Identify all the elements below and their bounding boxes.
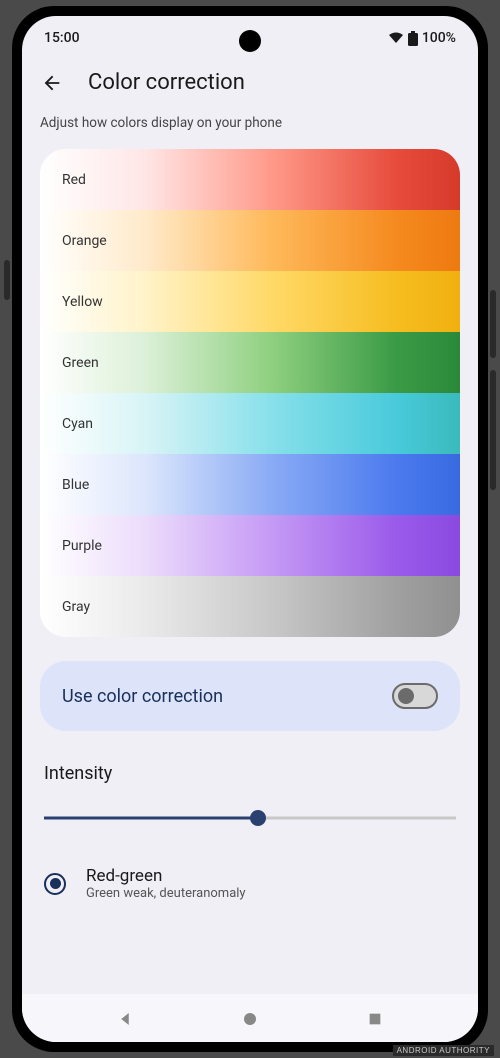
- circle-home-icon: [241, 1010, 259, 1028]
- option-title: Red-green: [86, 866, 246, 886]
- color-label: Orange: [62, 233, 107, 249]
- slider-thumb[interactable]: [250, 810, 266, 826]
- intensity-label: Intensity: [40, 763, 460, 784]
- slider-fill: [44, 817, 262, 820]
- arrow-left-icon: [41, 72, 63, 94]
- switch-thumb: [398, 688, 414, 704]
- header: Color correction: [22, 54, 478, 115]
- option-subtitle: Green weak, deuteranomaly: [86, 886, 246, 901]
- color-label: Green: [62, 355, 99, 371]
- color-row: Orange: [40, 210, 460, 271]
- color-label: Yellow: [62, 294, 103, 310]
- page-subtitle: Adjust how colors display on your phone: [40, 115, 460, 131]
- option-red-green[interactable]: Red-green Green weak, deuteranomaly: [40, 858, 460, 909]
- radio-icon: [44, 873, 66, 895]
- battery-icon: [408, 31, 418, 46]
- color-label: Purple: [62, 538, 102, 554]
- color-row: Yellow: [40, 271, 460, 332]
- intensity-slider[interactable]: [40, 808, 460, 828]
- color-label: Blue: [62, 477, 89, 493]
- wifi-icon: [388, 32, 404, 44]
- status-time: 15:00: [44, 30, 80, 46]
- color-row: Gray: [40, 576, 460, 637]
- square-recent-icon: [367, 1011, 383, 1027]
- navigation-bar: [22, 994, 478, 1042]
- color-row: Red: [40, 149, 460, 210]
- color-preview-card: Red Orange Yellow Green Cyan Blue Purple Gray: [40, 149, 460, 637]
- page-title: Color correction: [88, 70, 245, 95]
- switch[interactable]: [392, 683, 438, 709]
- watermark: ANDROID AUTHORITY: [393, 1045, 494, 1056]
- nav-recent-button[interactable]: [364, 1008, 386, 1030]
- back-button[interactable]: [40, 71, 64, 95]
- status-battery-pct: 100%: [422, 30, 456, 46]
- color-row: Blue: [40, 454, 460, 515]
- toggle-label: Use color correction: [62, 686, 223, 707]
- nav-back-button[interactable]: [114, 1008, 136, 1030]
- color-label: Cyan: [62, 416, 93, 432]
- color-row: Purple: [40, 515, 460, 576]
- color-row: Green: [40, 332, 460, 393]
- color-label: Red: [62, 172, 86, 188]
- camera-notch: [239, 30, 261, 52]
- nav-home-button[interactable]: [239, 1008, 261, 1030]
- use-color-correction-toggle[interactable]: Use color correction: [40, 661, 460, 731]
- color-row: Cyan: [40, 393, 460, 454]
- triangle-back-icon: [116, 1010, 134, 1028]
- color-label: Gray: [62, 599, 90, 615]
